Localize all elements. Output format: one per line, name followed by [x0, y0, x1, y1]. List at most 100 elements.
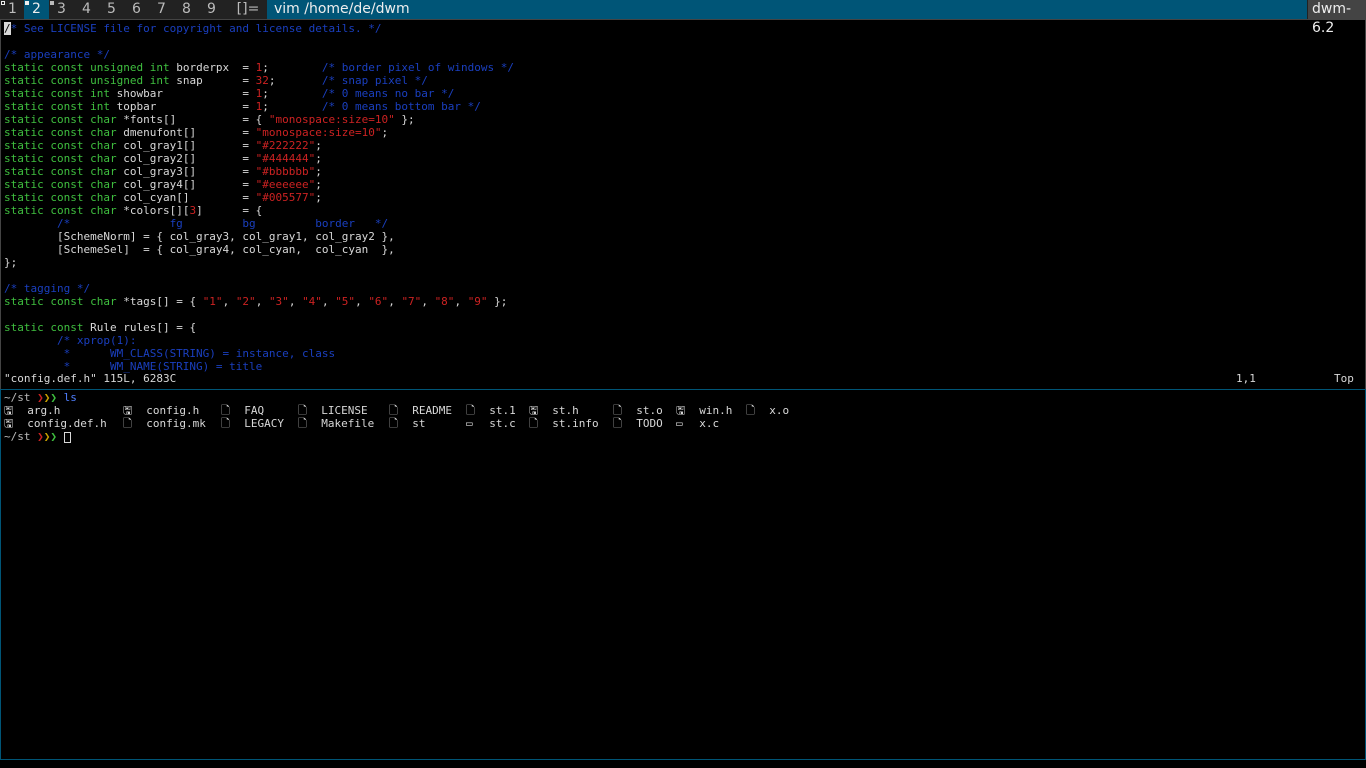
list-item: 🖫 config.h	[123, 404, 199, 417]
dwm-status-bar: 1 2 3 4 5 6 7 8 9 []= vim /home/de/dwm d…	[0, 0, 1366, 36]
save-file-icon: 🖫	[123, 404, 133, 417]
keyword: static const char	[4, 204, 117, 217]
code-string: "9"	[467, 295, 488, 308]
tag-label: 7	[157, 1, 166, 17]
code-string: "monospace:size=10"	[255, 126, 382, 139]
file-name: TODO	[636, 417, 663, 430]
status-text: dwm-6.2	[1308, 0, 1366, 36]
save-file-icon: 🖫	[676, 404, 686, 417]
code-comment: /* 0 means no bar */	[321, 87, 455, 100]
code-string: "5"	[335, 295, 356, 308]
code-string: "#bbbbbb"	[255, 165, 316, 178]
code-text: ,	[388, 295, 402, 308]
terminal-prompt-line[interactable]: ~/st ❯❯❯	[4, 430, 71, 443]
prompt-arrow: ❯	[37, 391, 44, 404]
code-line: /* See LICENSE file for copyright and li…	[4, 22, 382, 35]
code-text: col_gray2[] =	[116, 152, 256, 165]
file-icon: 🗋	[298, 404, 307, 417]
tag-8[interactable]: 8	[174, 0, 199, 19]
code-line: static const int topbar = 1; /* 0 means …	[4, 100, 481, 113]
code-text: ,	[355, 295, 369, 308]
code-string: "monospace:size=10"	[268, 113, 395, 126]
list-item: 🗋 config.mk	[123, 417, 206, 430]
tag-4[interactable]: 4	[74, 0, 99, 19]
list-item: 🗋 Makefile	[298, 417, 374, 430]
prompt-arrow: ❯	[50, 391, 57, 404]
keyword: static const int	[4, 87, 110, 100]
save-file-icon: 🖫	[4, 417, 14, 430]
code-line: /* fg bg border */	[4, 217, 389, 230]
terminal-cursor	[63, 431, 71, 443]
vim-window[interactable]: /* See LICENSE file for copyright and li…	[0, 19, 1366, 389]
tag-7[interactable]: 7	[149, 0, 174, 19]
code-line: /* appearance */	[4, 48, 110, 61]
tag-2[interactable]: 2	[24, 0, 49, 19]
save-file-icon: 🖫	[4, 404, 14, 417]
code-line: static const char dmenufont[] = "monospa…	[4, 126, 388, 139]
tag-1[interactable]: 1	[0, 0, 24, 19]
code-text: ;	[262, 100, 322, 113]
keyword: static const char	[4, 126, 117, 139]
file-name: st.h	[552, 404, 579, 417]
list-item: 🗋 LICENSE	[298, 404, 368, 417]
code-text: col_gray1[] =	[116, 139, 256, 152]
file-icon: 🗋	[746, 404, 755, 417]
keyword: static const char	[4, 295, 117, 308]
list-item: 🗋 st	[389, 417, 426, 430]
file-icon: 🗋	[221, 417, 230, 430]
code-text: topbar =	[109, 100, 256, 113]
tag-label: 5	[107, 1, 116, 17]
window-title[interactable]: vim /home/de/dwm	[267, 0, 1307, 19]
keyword: static const char	[4, 165, 117, 178]
code-line: static const unsigned int borderpx = 1; …	[4, 61, 514, 74]
list-item: 🗋 LEGACY	[221, 417, 284, 430]
file-name: st.1	[489, 404, 516, 417]
code-comment: /* border pixel of windows */	[321, 61, 514, 74]
tag-6[interactable]: 6	[124, 0, 149, 19]
keyword: static const unsigned int	[4, 74, 170, 87]
list-item: 🗋 TODO	[613, 417, 663, 430]
code-text: dmenufont[] =	[116, 126, 256, 139]
list-item: 🖫 arg.h	[4, 404, 60, 417]
code-text: ;	[315, 191, 322, 204]
prompt-arrow: ❯	[50, 430, 57, 443]
terminal-window[interactable]: ~/st ❯ ❯ ❯ ls 🖫 arg.h 🖫 config.h 🗋 FAQ 🗋 L…	[0, 389, 1366, 760]
keyword: static const int	[4, 100, 110, 113]
code-line: [SchemeNorm] = { col_gray3, col_gray1, c…	[4, 230, 395, 243]
tag-label: 6	[132, 1, 141, 17]
code-line: };	[4, 256, 18, 269]
layout-symbol[interactable]: []=	[229, 0, 267, 19]
code-line: * WM_CLASS(STRING) = instance, class	[4, 347, 336, 360]
code-line: [SchemeSel] = { col_gray4, col_cyan, col…	[4, 243, 395, 256]
save-file-icon: 🖫	[529, 404, 539, 417]
code-text: ;	[315, 165, 322, 178]
tag-9[interactable]: 9	[199, 0, 224, 19]
code-text: Rule rules[] = {	[83, 321, 197, 334]
code-line: /* tagging */	[4, 282, 91, 295]
list-item: 🗋 README	[389, 404, 452, 417]
code-text: *fonts[] = {	[116, 113, 269, 126]
vim-scroll-position: Top	[1334, 372, 1354, 385]
code-string: "1"	[202, 295, 223, 308]
file-name: st.info	[552, 417, 599, 430]
tag-3[interactable]: 3	[49, 0, 74, 19]
list-item: ▭ st.c	[466, 417, 516, 430]
code-string: "3"	[268, 295, 289, 308]
tag-label: 4	[82, 1, 91, 17]
code-line: static const char *colors[][3] = {	[4, 204, 262, 217]
tag-label: 8	[182, 1, 191, 17]
code-comment: /* snap pixel */	[321, 74, 428, 87]
code-line: static const char col_cyan[] = "#005577"…	[4, 191, 322, 204]
file-icon: 🗋	[529, 417, 538, 430]
code-text: ;	[262, 61, 322, 74]
file-name: st.c	[489, 417, 516, 430]
tag-5[interactable]: 5	[99, 0, 124, 19]
file-name: FAQ	[244, 404, 265, 417]
code-line: static const char col_gray4[] = "#eeeeee…	[4, 178, 322, 191]
file-icon: 🗋	[613, 417, 622, 430]
code-text: ] = {	[196, 204, 263, 217]
source-file-icon: ▭	[466, 417, 473, 430]
code-line: static const char col_gray1[] = "#222222…	[4, 139, 322, 152]
code-text: ;	[315, 152, 322, 165]
code-string: "6"	[368, 295, 389, 308]
